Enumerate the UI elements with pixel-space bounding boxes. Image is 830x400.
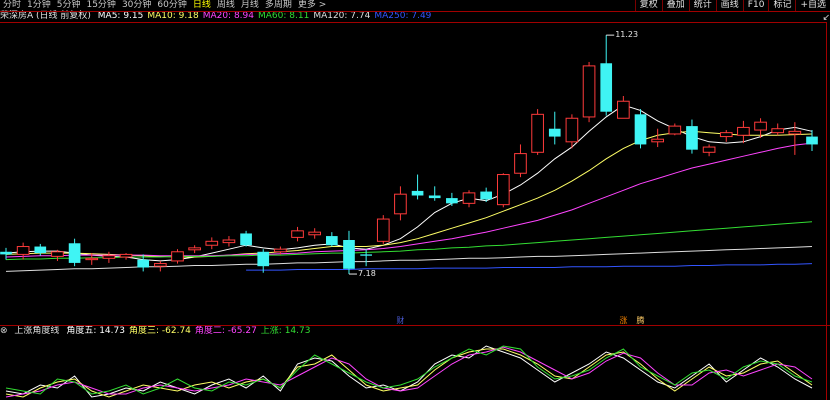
ma-line-ma10 (5, 130, 813, 258)
candle-body (291, 230, 304, 238)
low-price-label: 7.18 (357, 269, 376, 279)
candle-body (171, 251, 184, 262)
indicator-line (5, 346, 813, 398)
candle-body (102, 255, 116, 259)
candle-body (446, 198, 458, 204)
candlestick-chart[interactable] (0, 0, 830, 400)
candle-body (308, 231, 322, 236)
candle-body (600, 63, 613, 112)
candle-body (376, 218, 390, 242)
candle-body (360, 254, 372, 256)
candle-body (617, 100, 630, 119)
candle-body (394, 193, 407, 215)
candle-body (686, 126, 698, 150)
candle-body (34, 246, 47, 254)
candle-body (668, 125, 682, 135)
candle-body (737, 126, 750, 136)
candle-body (548, 128, 561, 137)
candle-body (514, 153, 527, 174)
candle-body (565, 117, 579, 143)
candle-body (806, 136, 818, 145)
candle-body (496, 174, 510, 206)
candle-body (702, 146, 716, 153)
candle-body (651, 138, 664, 143)
candle-body (222, 239, 236, 244)
candle-body (137, 259, 150, 268)
candle-body (531, 113, 544, 153)
candle-body (16, 246, 30, 255)
high-price-label: 11.23 (615, 30, 639, 40)
candle-body (462, 192, 476, 204)
event-marker-0[interactable]: 财 (396, 315, 404, 326)
candle-body (188, 247, 201, 251)
candle-body (771, 128, 785, 134)
candle-body (343, 240, 355, 269)
candle-body (0, 251, 12, 255)
candle-body (51, 251, 64, 257)
candle-body (205, 240, 219, 246)
candle-body (719, 132, 733, 138)
candle-body (582, 65, 596, 118)
ma-line-ma250 (246, 263, 813, 271)
candle-body (68, 243, 81, 263)
candle-body (257, 251, 270, 267)
candle-body (240, 233, 252, 246)
candle-body (325, 236, 338, 246)
candle-body (788, 130, 802, 135)
candle-body (274, 248, 287, 253)
candle-body (411, 190, 424, 196)
event-marker-2[interactable]: 腾 (637, 315, 645, 326)
candle-body (119, 253, 133, 258)
candle-body (634, 114, 647, 145)
candle-body (480, 191, 493, 200)
event-marker-1[interactable]: 涨 (619, 315, 627, 326)
candle-body (754, 121, 767, 131)
candle-body (154, 263, 167, 267)
ma-line-ma20 (5, 142, 813, 258)
candle-body (85, 257, 99, 261)
candle-body (428, 195, 441, 199)
